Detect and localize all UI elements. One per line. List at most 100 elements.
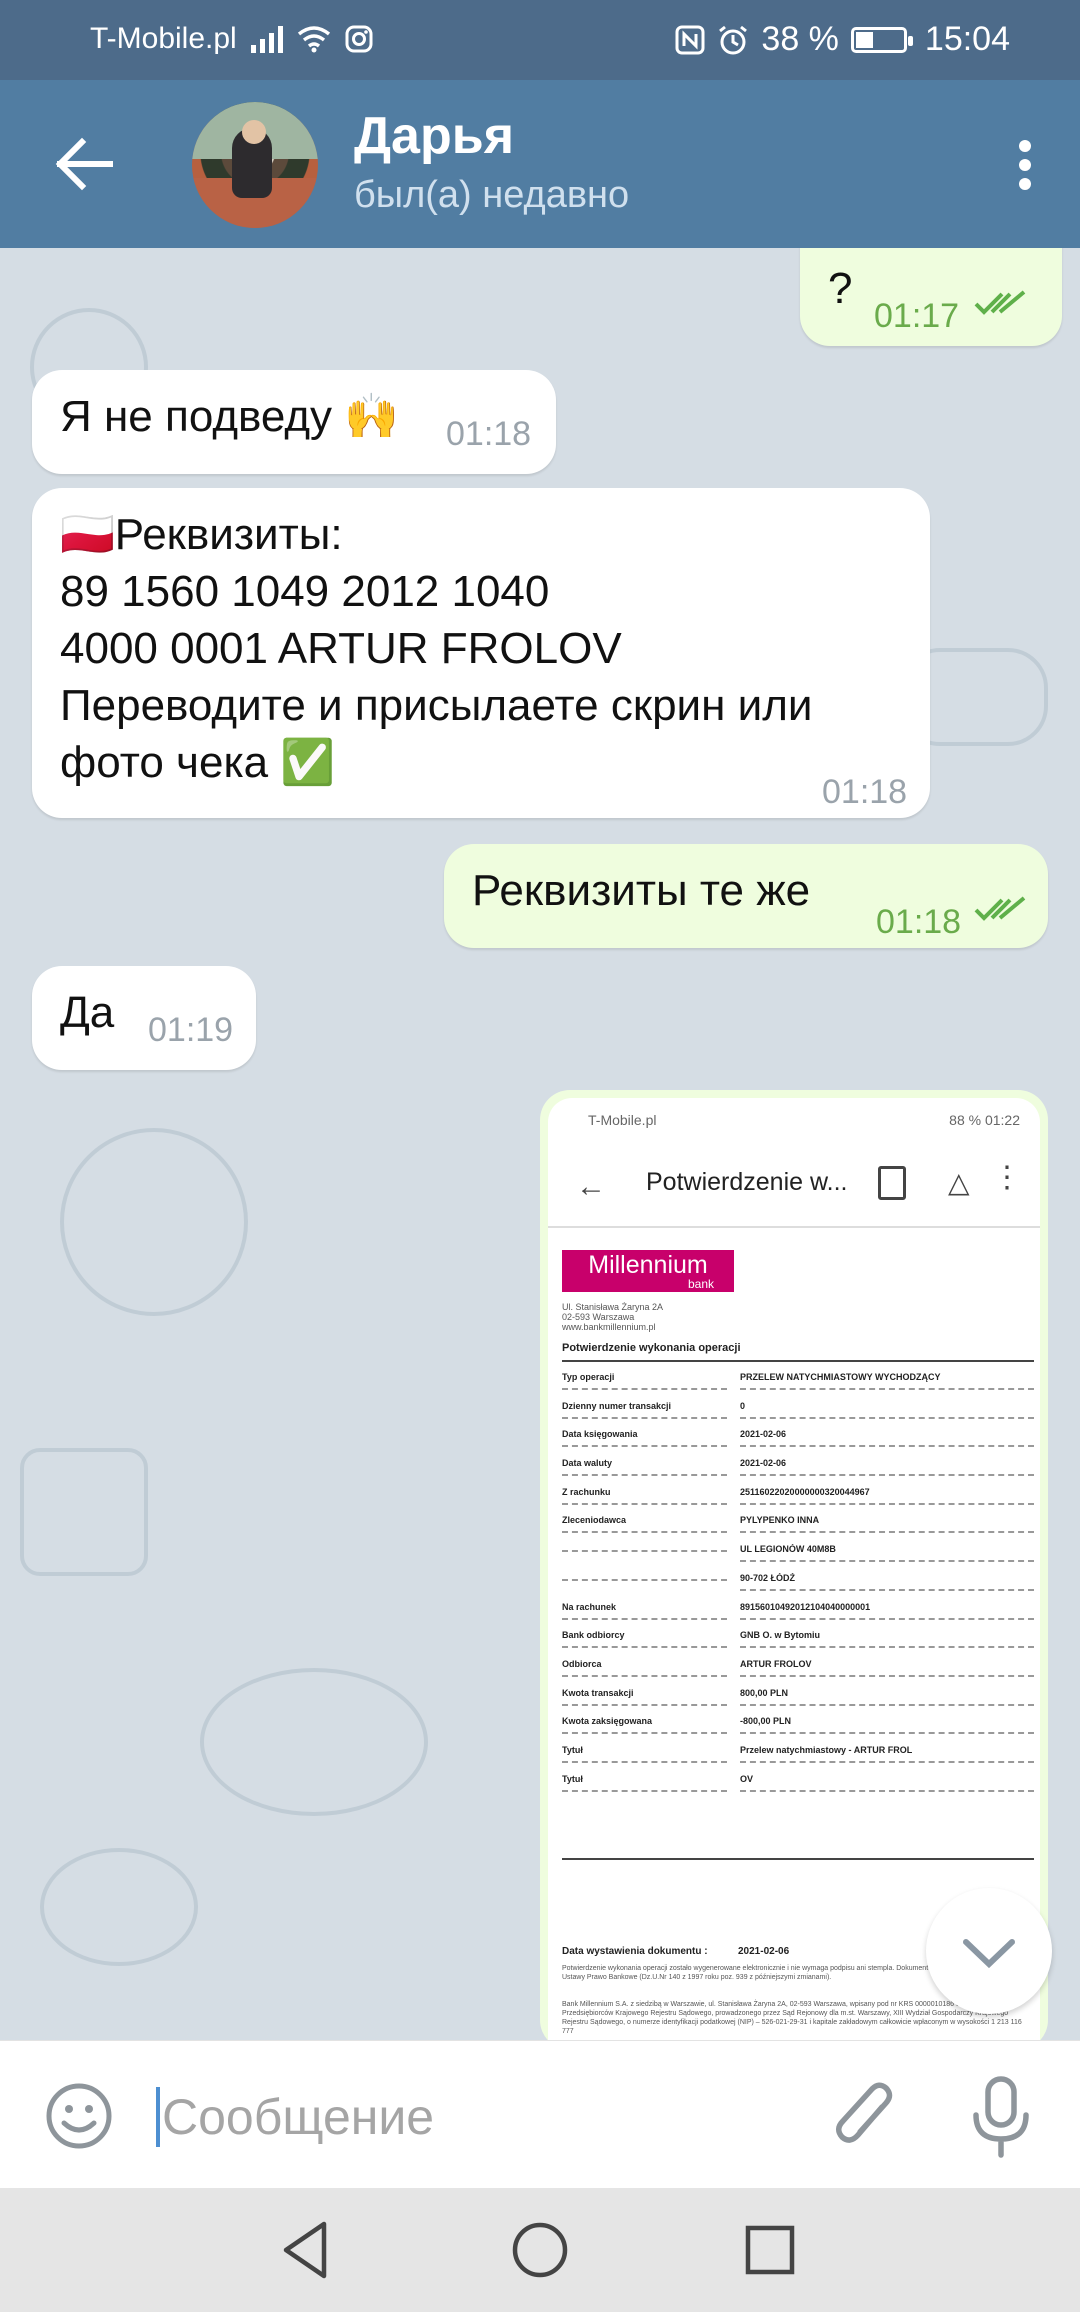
divider <box>562 1858 1034 1860</box>
document-row-value: 25116022020000000320044967 <box>740 1487 1034 1505</box>
embedded-drive-icon: △ <box>948 1167 970 1198</box>
document-row-value: 89156010492012104040000001 <box>740 1602 1034 1620</box>
document-row-key: Bank odbiorcy <box>562 1630 727 1649</box>
chat-header: Дарья был(а) недавно <box>0 80 1080 248</box>
message-time: 01:18 <box>822 773 908 811</box>
document-row-key: Data waluty <box>562 1458 727 1477</box>
instagram-icon <box>345 25 373 53</box>
document-row-key <box>562 1544 727 1553</box>
message-bubble-incoming[interactable]: Я не подведу 🙌 01:18 <box>32 370 556 474</box>
document-row-value: PYLYPENKO INNA <box>740 1515 1034 1534</box>
back-arrow-icon[interactable] <box>50 136 116 192</box>
bank-address: Ul. Stanisława Żaryna 2A 02-593 Warszawa… <box>562 1302 664 1332</box>
document-row: Tytuł Przelew natychmiastowy - ARTUR FROL <box>562 1737 1034 1766</box>
embedded-title: Potwierdzenie w... <box>646 1168 848 1196</box>
message-time: 01:18 <box>446 415 532 453</box>
document-row: Zleceniodawca PYLYPENKO INNA <box>562 1507 1034 1536</box>
document-row: Typ operacji PRZELEW NATYCHMIASTOWY WYCHO… <box>562 1364 1034 1393</box>
emoji-icon[interactable] <box>44 2081 114 2151</box>
document-row-value: 0 <box>740 1401 1034 1419</box>
nav-back-icon[interactable] <box>276 2218 340 2282</box>
document-row-value: UL LEGIONÓW 40M8B <box>740 1544 1034 1563</box>
embedded-toolbar: ← Potwierdzenie w... △ ⋮ <box>548 1140 1040 1228</box>
message-input-bar <box>0 2040 1080 2189</box>
message-line: фото чека ✅ <box>60 738 336 787</box>
message-bubble-outgoing[interactable]: ? 01:17 <box>800 248 1062 346</box>
document-rows: Typ operacji PRZELEW NATYCHMIASTOWY WYCHO… <box>562 1364 1034 1794</box>
document-row-value: PRZELEW NATYCHMIASTOWY WYCHODZĄCY <box>740 1372 1034 1390</box>
document-row: Bank odbiorcy GNB O. w Bytomiu <box>562 1622 1034 1651</box>
document-row-key: Zleceniodawca <box>562 1515 727 1534</box>
issue-date: 2021-02-06 <box>738 1946 790 1957</box>
document-row: Z rachunku 25116022020000000320044967 <box>562 1479 1034 1508</box>
nfc-icon <box>675 25 705 54</box>
document-title: Potwierdzenie wykonania operacji <box>562 1342 741 1354</box>
embedded-more-icon: ⋮ <box>992 1161 1022 1194</box>
microphone-icon[interactable] <box>966 2075 1036 2159</box>
document-row-key: Na rachunek <box>562 1602 727 1620</box>
message-time: 01:17 <box>874 297 960 335</box>
document-row: Data waluty 2021-02-06 <box>562 1450 1034 1479</box>
embedded-carrier: T-Mobile.pl <box>588 1112 657 1128</box>
document-row-key <box>562 1573 727 1581</box>
document-row-value: ARTUR FROLOV <box>740 1659 1034 1677</box>
message-bubble-outgoing[interactable]: Реквизиты те же 01:18 <box>444 844 1048 948</box>
document-row: Kwota transakcji 800,00 PLN <box>562 1680 1034 1709</box>
document-row: Na rachunek 89156010492012104040000001 <box>562 1594 1034 1623</box>
document-row-value: 2021-02-06 <box>740 1458 1034 1477</box>
document-row-key: Data księgowania <box>562 1429 727 1448</box>
scroll-down-button[interactable] <box>926 1888 1052 2014</box>
message-line: 4000 0001 ARTUR FROLOV <box>60 624 622 673</box>
document-row-key: Kwota zaksięgowana <box>562 1716 727 1735</box>
document-row-key: Z rachunku <box>562 1487 727 1505</box>
battery-percent: 38 % <box>761 20 839 58</box>
chevron-down-icon <box>963 1939 1015 1969</box>
contact-name[interactable]: Дарья <box>354 106 514 166</box>
bank-logo: Millennium bank <box>562 1250 734 1292</box>
alarm-icon <box>719 25 748 54</box>
battery-icon <box>850 26 913 53</box>
signal-icon <box>250 25 283 53</box>
system-nav-bar <box>0 2188 1080 2312</box>
wifi-icon <box>297 26 330 53</box>
document-row-value: -800,00 PLN <box>740 1716 1034 1735</box>
message-text: Я не подведу 🙌 <box>60 392 400 441</box>
message-time: 01:19 <box>148 1011 234 1049</box>
nav-home-icon[interactable] <box>508 2218 572 2282</box>
message-text: 🇵🇱Реквизиты: 89 1560 1049 2012 1040 4000… <box>60 506 813 791</box>
message-text: ? <box>828 264 853 313</box>
document-row: Tytuł OV <box>562 1766 1034 1795</box>
message-input[interactable] <box>160 2075 804 2159</box>
more-menu-icon[interactable] <box>1010 130 1040 200</box>
nav-recents-icon[interactable] <box>738 2218 802 2282</box>
double-check-icon <box>974 896 1026 921</box>
message-bubble-incoming[interactable]: 🇵🇱Реквизиты: 89 1560 1049 2012 1040 4000… <box>32 488 930 818</box>
message-line: Переводите и присылаете скрин или <box>60 681 813 730</box>
document-row-key: Kwota transakcji <box>562 1688 727 1706</box>
document-row: UL LEGIONÓW 40M8B <box>562 1536 1034 1565</box>
double-check-icon <box>974 290 1026 315</box>
issue-date-label: Data wystawienia dokumentu : <box>562 1946 708 1957</box>
embedded-status-bar: T-Mobile.pl 88 % 01:22 <box>548 1098 1040 1140</box>
message-bubble-incoming[interactable]: Да 01:19 <box>32 966 256 1070</box>
avatar[interactable] <box>192 102 318 228</box>
document-row: Data księgowania 2021-02-06 <box>562 1421 1034 1450</box>
document-row: Odbiorca ARTUR FROLOV <box>562 1651 1034 1680</box>
message-text: Реквизиты те же <box>472 866 811 915</box>
chat-area[interactable]: ? 01:17 Я не подведу 🙌 01:18 🇵🇱Реквизиты… <box>0 248 1080 2040</box>
contact-status: был(а) недавно <box>354 174 630 216</box>
document-row-value: 2021-02-06 <box>740 1429 1034 1448</box>
document-row-key: Dzienny numer transakcji <box>562 1401 727 1419</box>
message-time: 01:18 <box>876 903 962 941</box>
clock: 15:04 <box>924 20 1010 58</box>
message-line: 89 1560 1049 2012 1040 <box>60 567 550 616</box>
message-text: Да <box>60 988 115 1037</box>
carrier-label: T-Mobile.pl <box>90 22 237 55</box>
document-row-key: Odbiorca <box>562 1659 727 1677</box>
document-row-key: Tytuł <box>562 1774 727 1792</box>
document-row-key: Typ operacji <box>562 1372 727 1390</box>
message-line: 🇵🇱Реквизиты: <box>60 510 343 559</box>
status-bar: T-Mobile.pl 38 % 15:04 <box>0 0 1080 80</box>
embedded-document-icon <box>878 1166 906 1200</box>
paperclip-icon[interactable] <box>830 2077 900 2157</box>
